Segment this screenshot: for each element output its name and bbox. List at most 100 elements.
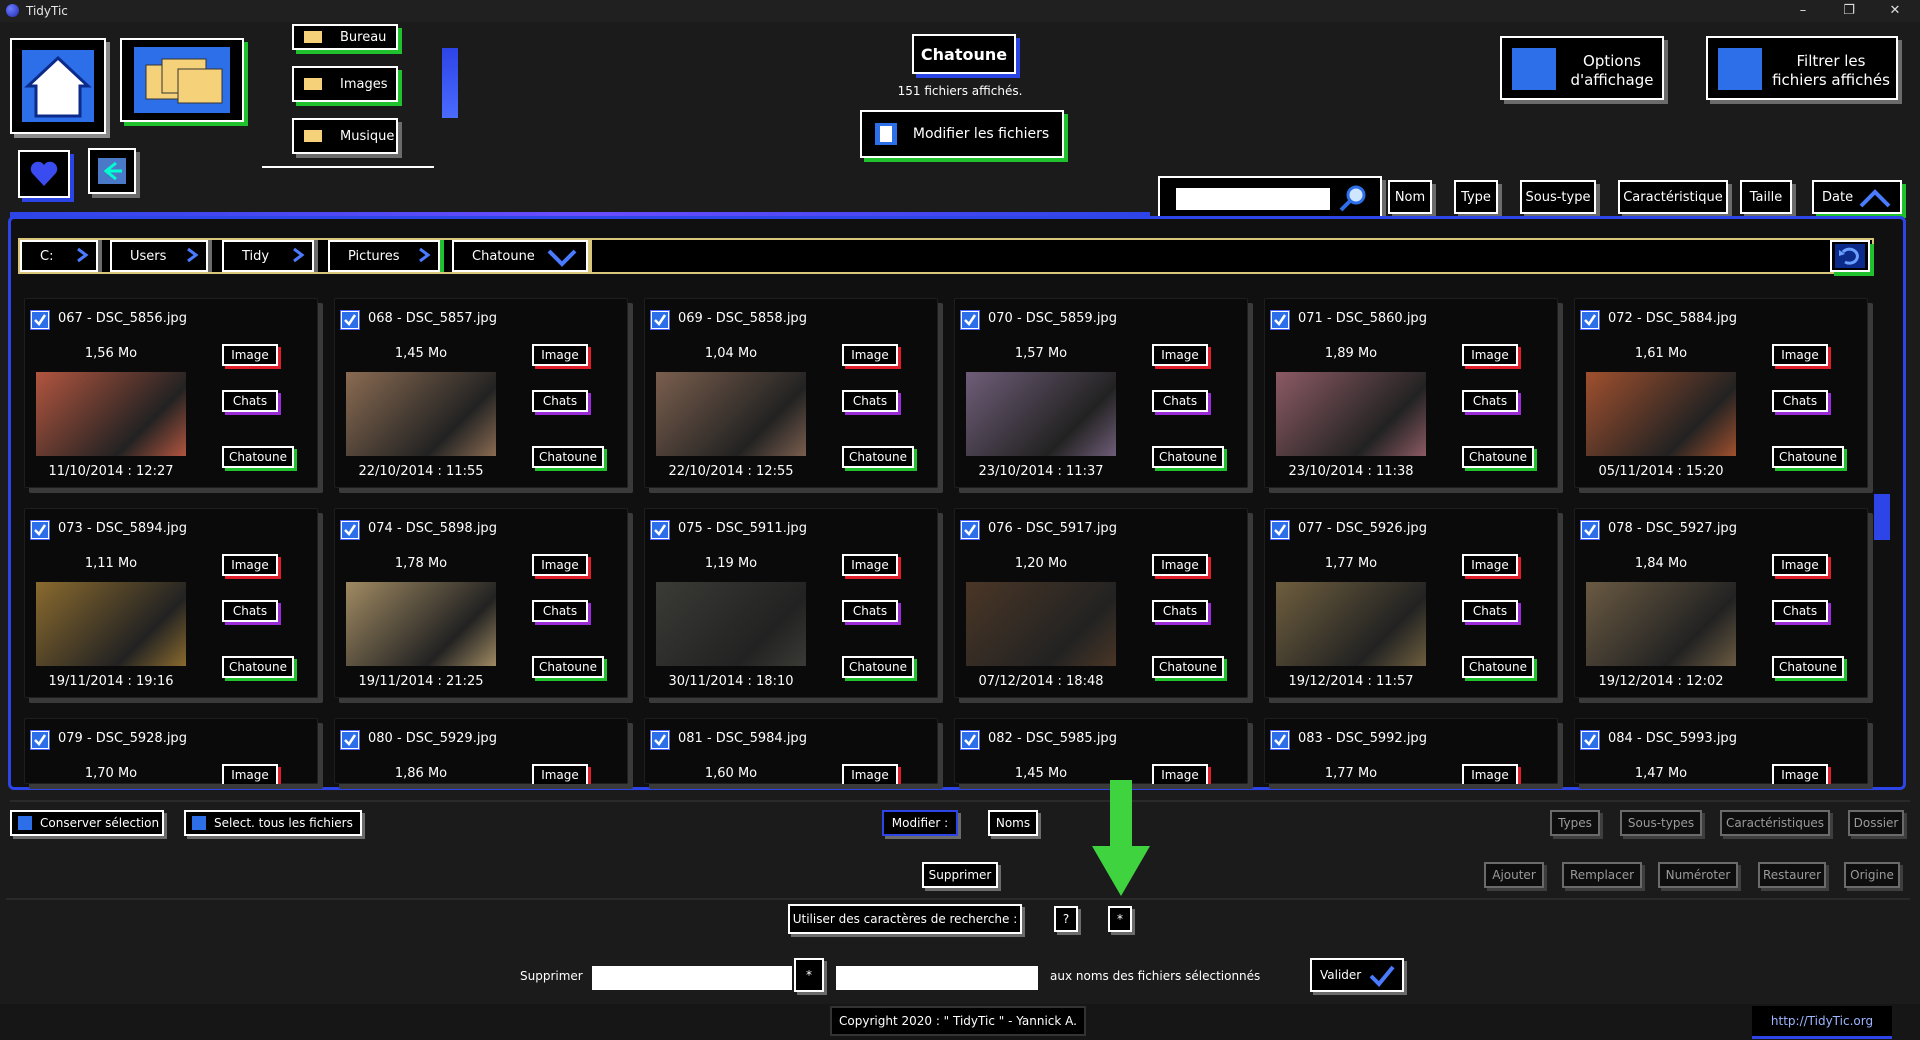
file-card[interactable]: 073 - DSC_5894.jpg 1,11 Mo Image Chats Chato… [24,508,318,698]
file-thumbnail[interactable] [1586,372,1736,456]
file-checkbox[interactable] [960,310,980,330]
file-thumbnail[interactable] [966,372,1116,456]
replace-mode-button[interactable]: Remplacer [1562,862,1642,888]
number-mode-button[interactable]: Numéroter [1658,862,1738,888]
file-type-tag[interactable]: Image [1152,554,1208,576]
file-checkbox[interactable] [650,310,670,330]
file-card[interactable]: 078 - DSC_5927.jpg 1,84 Mo Image Chats Chato… [1574,508,1868,698]
file-type-tag[interactable]: Image [222,764,278,784]
file-characteristic-tag[interactable]: Chatoune [532,656,604,678]
add-mode-button[interactable]: Ajouter [1484,862,1544,888]
sort-characteristic-button[interactable]: Caractéristique [1618,180,1728,214]
file-type-tag[interactable]: Image [1152,764,1208,784]
file-characteristic-tag[interactable]: Chatoune [1772,446,1844,468]
keep-selection-button[interactable]: Conserver sélection [10,810,164,836]
file-card[interactable]: 074 - DSC_5898.jpg 1,78 Mo Image Chats Chato… [334,508,628,698]
delete-mode-button[interactable]: Supprimer [922,862,998,888]
file-card[interactable]: 077 - DSC_5926.jpg 1,77 Mo Image Chats Chato… [1264,508,1558,698]
file-card[interactable]: 082 - DSC_5985.jpg 1,45 Mo Image [954,718,1248,784]
file-type-tag[interactable]: Image [1772,764,1828,784]
file-checkbox[interactable] [650,520,670,540]
file-type-tag[interactable]: Image [1462,764,1518,784]
file-type-tag[interactable]: Image [222,344,278,366]
file-thumbnail[interactable] [656,582,806,666]
file-subtype-tag[interactable]: Chats [1772,390,1828,412]
file-checkbox[interactable] [30,730,50,750]
select-all-button[interactable]: Select. tous les fichiers [184,810,362,836]
filter-files-button[interactable]: Filtrer les fichiers affichés [1706,36,1898,100]
file-subtype-tag[interactable]: Chats [222,390,278,412]
validate-button[interactable]: Valider [1310,958,1404,992]
file-card[interactable]: 080 - DSC_5929.jpg 1,86 Mo Image [334,718,628,784]
file-thumbnail[interactable] [346,372,496,456]
file-card[interactable]: 071 - DSC_5860.jpg 1,89 Mo Image Chats Chato… [1264,298,1558,488]
file-subtype-tag[interactable]: Chats [1772,600,1828,622]
file-checkbox[interactable] [1580,730,1600,750]
file-characteristic-tag[interactable]: Chatoune [1772,656,1844,678]
file-checkbox[interactable] [1270,310,1290,330]
file-characteristic-tag[interactable]: Chatoune [532,446,604,468]
file-type-tag[interactable]: Image [1772,554,1828,576]
remove-prefix-field[interactable] [592,966,792,990]
file-checkbox[interactable] [960,520,980,540]
favorites-button[interactable] [18,150,70,198]
file-characteristic-tag[interactable]: Chatoune [222,446,294,468]
file-type-tag[interactable]: Image [532,344,588,366]
file-thumbnail[interactable] [36,582,186,666]
file-type-tag[interactable]: Image [222,554,278,576]
file-card[interactable]: 070 - DSC_5859.jpg 1,57 Mo Image Chats Chato… [954,298,1248,488]
wildcard-question-button[interactable]: ? [1054,906,1078,932]
file-checkbox[interactable] [1580,310,1600,330]
wildcard-star-button[interactable]: * [1108,906,1132,932]
file-subtype-tag[interactable]: Chats [1462,390,1518,412]
file-checkbox[interactable] [30,520,50,540]
file-type-tag[interactable]: Image [842,344,898,366]
subtypes-button[interactable]: Sous-types [1620,810,1702,836]
file-card[interactable]: 081 - DSC_5984.jpg 1,60 Mo Image [644,718,938,784]
file-card[interactable]: 084 - DSC_5993.jpg 1,47 Mo Image [1574,718,1868,784]
characteristics-button[interactable]: Caractéristiques [1720,810,1830,836]
file-checkbox[interactable] [1270,730,1290,750]
sort-date-button[interactable]: Date [1812,180,1902,214]
file-subtype-tag[interactable]: Chats [842,390,898,412]
sort-subtype-button[interactable]: Sous-type [1520,180,1596,214]
search-icon[interactable] [1338,184,1370,212]
modify-files-button[interactable]: Modifier les fichiers [860,110,1064,158]
file-subtype-tag[interactable]: Chats [842,600,898,622]
sort-size-button[interactable]: Taille [1740,180,1792,214]
file-subtype-tag[interactable]: Chats [1462,600,1518,622]
file-checkbox[interactable] [1580,520,1600,540]
sort-name-button[interactable]: Nom [1388,180,1432,214]
file-checkbox[interactable] [340,310,360,330]
refresh-button[interactable] [1830,240,1870,272]
file-characteristic-tag[interactable]: Chatoune [842,656,914,678]
file-checkbox[interactable] [340,730,360,750]
file-thumbnail[interactable] [1276,372,1426,456]
file-characteristic-tag[interactable]: Chatoune [222,656,294,678]
sort-type-button[interactable]: Type [1454,180,1498,214]
home-button[interactable] [10,38,106,134]
breadcrumb-tidy[interactable]: Tidy [222,240,314,272]
file-type-tag[interactable]: Image [1462,344,1518,366]
breadcrumb-chatoune[interactable]: Chatoune [452,240,588,272]
file-type-tag[interactable]: Image [532,764,588,784]
origin-mode-button[interactable]: Origine [1844,862,1900,888]
file-type-tag[interactable]: Image [532,554,588,576]
file-type-tag[interactable]: Image [1772,344,1828,366]
file-card[interactable]: 067 - DSC_5856.jpg 1,56 Mo Image Chats Chato… [24,298,318,488]
file-type-tag[interactable]: Image [842,554,898,576]
display-options-button[interactable]: Options d'affichage [1500,36,1664,100]
file-subtype-tag[interactable]: Chats [532,390,588,412]
types-button[interactable]: Types [1550,810,1600,836]
names-button[interactable]: Noms [988,810,1038,836]
file-checkbox[interactable] [340,520,360,540]
file-thumbnail[interactable] [36,372,186,456]
file-checkbox[interactable] [1270,520,1290,540]
file-characteristic-tag[interactable]: Chatoune [842,446,914,468]
breadcrumb-drive[interactable]: C: [20,240,98,272]
file-subtype-tag[interactable]: Chats [1152,600,1208,622]
website-link[interactable]: http://TidyTic.org [1752,1006,1892,1039]
breadcrumb-pictures[interactable]: Pictures [328,240,440,272]
restore-mode-button[interactable]: Restaurer [1758,862,1826,888]
folder-images-button[interactable]: Images [292,66,398,102]
